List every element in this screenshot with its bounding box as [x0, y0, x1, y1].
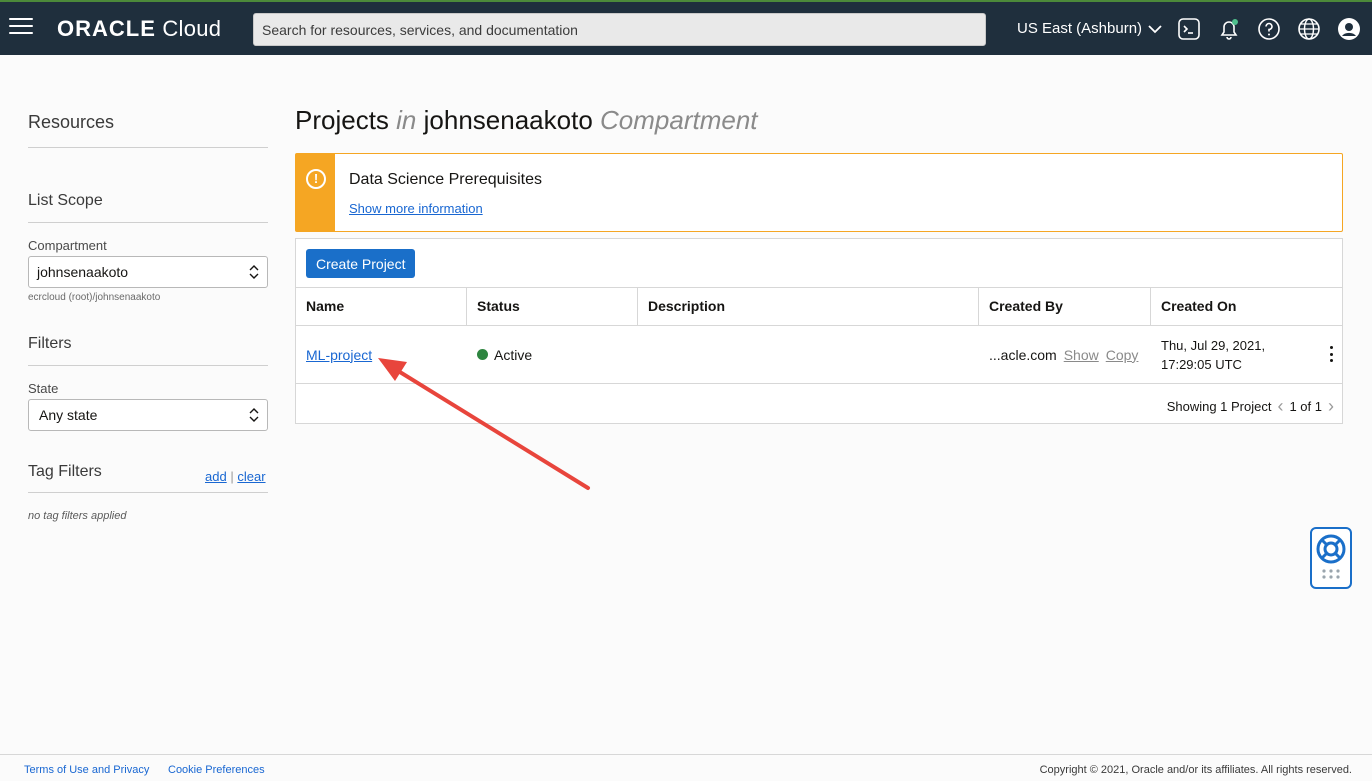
- state-label: State: [28, 381, 59, 396]
- prerequisites-alert: ! Data Science Prerequisites Show more i…: [295, 153, 1343, 232]
- status-active-dot: [477, 349, 488, 360]
- pager-summary: Showing 1 Project: [1166, 399, 1272, 414]
- table-row: ML-project Active ...acle.com Show Copy …: [296, 326, 1342, 384]
- divider: [28, 365, 268, 366]
- add-tag-filter-link[interactable]: add: [205, 469, 227, 484]
- cell-created-by: ...acle.com Show Copy: [979, 326, 1151, 383]
- separator: |: [230, 469, 234, 484]
- column-header-created-by[interactable]: Created By: [979, 288, 1151, 325]
- sort-arrows-icon: [249, 408, 259, 422]
- region-label: US East (Ashburn): [1017, 20, 1143, 37]
- sort-arrows-icon: [249, 265, 259, 279]
- chevron-right-icon[interactable]: ›: [1328, 396, 1334, 417]
- chevron-down-icon: [1148, 24, 1162, 33]
- column-header-status[interactable]: Status: [467, 288, 638, 325]
- tag-filter-actions: add | clear: [205, 469, 266, 484]
- copy-ocid-link[interactable]: Copy: [1106, 347, 1139, 363]
- show-more-information-link[interactable]: Show more information: [349, 201, 483, 216]
- user-avatar-icon[interactable]: [1337, 17, 1361, 41]
- status-text: Active: [494, 346, 533, 363]
- page-title: Projects in johnsenaakoto Compartment: [295, 105, 758, 135]
- table-header-row: Name Status Description Created By Creat…: [296, 287, 1342, 326]
- page-footer: Terms of Use and Privacy Cookie Preferen…: [0, 754, 1372, 781]
- clear-tag-filters-link[interactable]: clear: [237, 469, 265, 484]
- top-navigation-bar: ORACLE Cloud US East (Ashburn): [0, 0, 1372, 55]
- hamburger-menu-icon[interactable]: [9, 18, 33, 36]
- alert-accent-bar: !: [296, 154, 335, 231]
- state-value: Any state: [39, 407, 98, 423]
- column-header-description[interactable]: Description: [638, 288, 979, 325]
- pagination: Showing 1 Project ‹ 1 of 1 ›: [1167, 396, 1334, 417]
- create-project-button[interactable]: Create Project: [306, 249, 416, 278]
- state-select[interactable]: Any state: [28, 399, 268, 431]
- region-selector[interactable]: US East (Ashburn): [1017, 20, 1162, 37]
- filters-heading: Filters: [28, 335, 72, 352]
- compartment-value: johnsenaakoto: [37, 264, 129, 280]
- resources-heading: Resources: [28, 112, 115, 132]
- cloud-shell-icon[interactable]: [1177, 17, 1201, 41]
- pager-page: 1 of 1: [1289, 399, 1322, 414]
- kebab-menu-icon[interactable]: [1328, 346, 1334, 362]
- divider: [28, 147, 268, 148]
- cell-status: Active: [467, 326, 638, 383]
- search-input[interactable]: [253, 13, 986, 46]
- help-icon[interactable]: [1257, 17, 1281, 41]
- divider: [28, 492, 268, 493]
- terms-of-use-link[interactable]: Terms of Use and Privacy: [24, 764, 149, 776]
- oracle-cloud-logo[interactable]: ORACLE Cloud: [57, 16, 221, 42]
- list-scope-heading: List Scope: [28, 192, 103, 209]
- no-tag-filters-text: no tag filters applied: [28, 510, 127, 522]
- warning-icon: !: [306, 169, 326, 189]
- project-name-link[interactable]: ML-project: [306, 347, 372, 363]
- copyright-text: Copyright © 2021, Oracle and/or its affi…: [1039, 764, 1352, 776]
- tag-filters-heading: Tag Filters: [28, 463, 102, 480]
- cookie-preferences-link[interactable]: Cookie Preferences: [168, 764, 265, 776]
- cell-name: ML-project: [296, 326, 467, 383]
- bell-icon[interactable]: [1217, 17, 1241, 41]
- help-widget-button[interactable]: [1310, 527, 1352, 589]
- created-by-text: ...acle.com: [989, 346, 1057, 363]
- created-on-time: 17:29:05 UTC: [1161, 356, 1242, 372]
- show-ocid-link[interactable]: Show: [1064, 347, 1099, 363]
- lifebuoy-icon: [1316, 534, 1346, 579]
- compartment-select[interactable]: johnsenaakoto: [28, 256, 268, 288]
- projects-table: Create Project Name Status Description C…: [295, 238, 1343, 424]
- compartment-path: ecrcloud (root)/johnsenaakoto: [28, 292, 161, 303]
- compartment-label: Compartment: [28, 238, 107, 253]
- created-on-date: Thu, Jul 29, 2021,: [1161, 337, 1266, 353]
- divider: [28, 222, 268, 223]
- alert-title: Data Science Prerequisites: [349, 171, 542, 188]
- cell-created-on: Thu, Jul 29, 2021, 17:29:05 UTC: [1151, 326, 1331, 383]
- chevron-left-icon[interactable]: ‹: [1277, 396, 1283, 417]
- cell-description: [638, 326, 979, 383]
- globe-icon[interactable]: [1297, 17, 1321, 41]
- column-header-name[interactable]: Name: [296, 288, 467, 325]
- column-header-created-on[interactable]: Created On: [1151, 288, 1342, 325]
